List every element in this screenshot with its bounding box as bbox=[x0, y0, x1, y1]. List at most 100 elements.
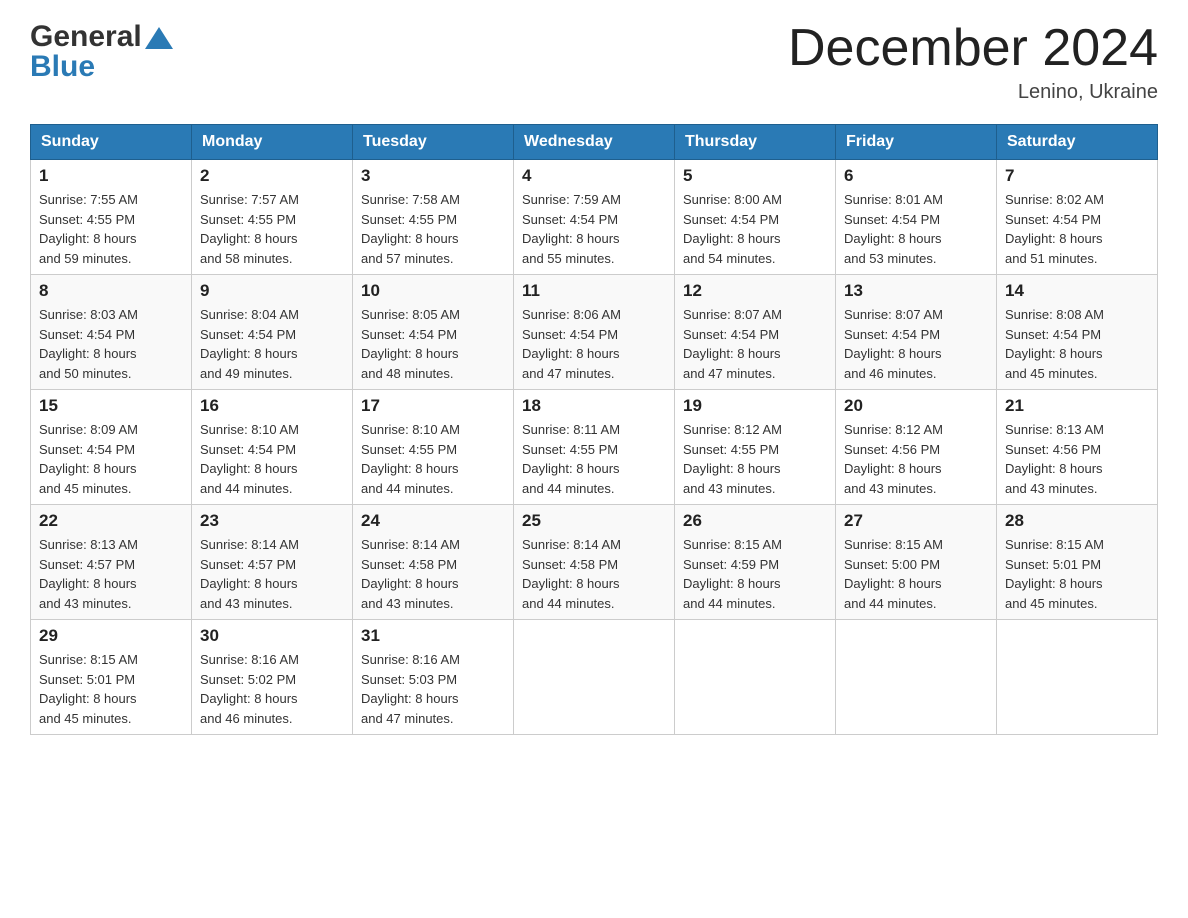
table-row: 9 Sunrise: 8:04 AMSunset: 4:54 PMDaylight… bbox=[192, 275, 353, 390]
table-row: 31Sunrise: 8:16 AMSunset: 5:03 PMDayligh… bbox=[353, 620, 514, 735]
col-wednesday: Wednesday bbox=[514, 125, 675, 160]
day-number: 7 bbox=[1005, 166, 1149, 186]
day-number: 6 bbox=[844, 166, 988, 186]
table-row: 30 Sunrise: 8:16 AMSunset: 5:02 PMDayligh… bbox=[192, 620, 353, 735]
table-row: 1 Sunrise: 7:55 AMSunset: 4:55 PMDaylight… bbox=[31, 160, 192, 275]
day-info: Sunrise: 8:15 AMSunset: 4:59 PMDaylight:… bbox=[683, 535, 827, 613]
day-number: 3 bbox=[361, 166, 505, 186]
logo-blue: Blue bbox=[30, 50, 95, 84]
table-row: 6Sunrise: 8:01 AMSunset: 4:54 PMDaylight… bbox=[836, 160, 997, 275]
table-row: 10 Sunrise: 8:05 AMSunset: 4:54 PMDayligh… bbox=[353, 275, 514, 390]
location: Lenino, Ukraine bbox=[788, 81, 1158, 104]
day-info: Sunrise: 8:16 AMSunset: 5:03 PMDaylight:… bbox=[361, 650, 505, 728]
day-info: Sunrise: 8:06 AMSunset: 4:54 PMDaylight:… bbox=[522, 305, 666, 383]
day-number: 17 bbox=[361, 396, 505, 416]
day-info: Sunrise: 8:10 AMSunset: 4:55 PMDaylight:… bbox=[361, 420, 505, 498]
table-row: 3 Sunrise: 7:58 AMSunset: 4:55 PMDaylight… bbox=[353, 160, 514, 275]
table-row: 22Sunrise: 8:13 AMSunset: 4:57 PMDayligh… bbox=[31, 505, 192, 620]
table-row: 12 Sunrise: 8:07 AMSunset: 4:54 PMDayligh… bbox=[675, 275, 836, 390]
day-number: 15 bbox=[39, 396, 183, 416]
day-number: 11 bbox=[522, 281, 666, 301]
day-info: Sunrise: 8:07 AMSunset: 4:54 PMDaylight:… bbox=[683, 305, 827, 383]
day-number: 18 bbox=[522, 396, 666, 416]
table-row bbox=[514, 620, 675, 735]
logo-general: General bbox=[30, 20, 142, 54]
calendar-week-row: 29Sunrise: 8:15 AMSunset: 5:01 PMDayligh… bbox=[31, 620, 1158, 735]
day-number: 9 bbox=[200, 281, 344, 301]
col-thursday: Thursday bbox=[675, 125, 836, 160]
day-info: Sunrise: 8:08 AMSunset: 4:54 PMDaylight:… bbox=[1005, 305, 1149, 383]
day-number: 29 bbox=[39, 626, 183, 646]
day-number: 22 bbox=[39, 511, 183, 531]
day-number: 8 bbox=[39, 281, 183, 301]
table-row: 29Sunrise: 8:15 AMSunset: 5:01 PMDayligh… bbox=[31, 620, 192, 735]
day-info: Sunrise: 8:11 AMSunset: 4:55 PMDaylight:… bbox=[522, 420, 666, 498]
day-number: 30 bbox=[200, 626, 344, 646]
calendar-week-row: 22Sunrise: 8:13 AMSunset: 4:57 PMDayligh… bbox=[31, 505, 1158, 620]
logo-triangle-icon bbox=[145, 27, 173, 49]
day-number: 23 bbox=[200, 511, 344, 531]
table-row: 28Sunrise: 8:15 AMSunset: 5:01 PMDayligh… bbox=[997, 505, 1158, 620]
table-row: 24 Sunrise: 8:14 AMSunset: 4:58 PMDayligh… bbox=[353, 505, 514, 620]
day-number: 10 bbox=[361, 281, 505, 301]
table-row: 26 Sunrise: 8:15 AMSunset: 4:59 PMDayligh… bbox=[675, 505, 836, 620]
day-number: 1 bbox=[39, 166, 183, 186]
day-info: Sunrise: 8:14 AMSunset: 4:58 PMDaylight:… bbox=[522, 535, 666, 613]
day-number: 24 bbox=[361, 511, 505, 531]
table-row: 2 Sunrise: 7:57 AMSunset: 4:55 PMDaylight… bbox=[192, 160, 353, 275]
table-row: 14 Sunrise: 8:08 AMSunset: 4:54 PMDayligh… bbox=[997, 275, 1158, 390]
day-number: 5 bbox=[683, 166, 827, 186]
table-row bbox=[836, 620, 997, 735]
day-number: 16 bbox=[200, 396, 344, 416]
table-row: 18 Sunrise: 8:11 AMSunset: 4:55 PMDayligh… bbox=[514, 390, 675, 505]
table-row: 5 Sunrise: 8:00 AMSunset: 4:54 PMDaylight… bbox=[675, 160, 836, 275]
day-info: Sunrise: 8:00 AMSunset: 4:54 PMDaylight:… bbox=[683, 190, 827, 268]
day-number: 26 bbox=[683, 511, 827, 531]
day-info: Sunrise: 8:12 AMSunset: 4:55 PMDaylight:… bbox=[683, 420, 827, 498]
title-block: December 2024 Lenino, Ukraine bbox=[788, 20, 1158, 104]
day-info: Sunrise: 8:13 AMSunset: 4:56 PMDaylight:… bbox=[1005, 420, 1149, 498]
day-info: Sunrise: 7:59 AMSunset: 4:54 PMDaylight:… bbox=[522, 190, 666, 268]
day-number: 27 bbox=[844, 511, 988, 531]
month-title: December 2024 bbox=[788, 20, 1158, 77]
calendar-week-row: 15Sunrise: 8:09 AMSunset: 4:54 PMDayligh… bbox=[31, 390, 1158, 505]
table-row: 20Sunrise: 8:12 AMSunset: 4:56 PMDayligh… bbox=[836, 390, 997, 505]
col-friday: Friday bbox=[836, 125, 997, 160]
calendar-week-row: 8 Sunrise: 8:03 AMSunset: 4:54 PMDaylight… bbox=[31, 275, 1158, 390]
day-info: Sunrise: 8:05 AMSunset: 4:54 PMDaylight:… bbox=[361, 305, 505, 383]
day-info: Sunrise: 8:02 AMSunset: 4:54 PMDaylight:… bbox=[1005, 190, 1149, 268]
table-row: 25Sunrise: 8:14 AMSunset: 4:58 PMDayligh… bbox=[514, 505, 675, 620]
table-row: 16 Sunrise: 8:10 AMSunset: 4:54 PMDayligh… bbox=[192, 390, 353, 505]
table-row: 19 Sunrise: 8:12 AMSunset: 4:55 PMDayligh… bbox=[675, 390, 836, 505]
day-info: Sunrise: 8:04 AMSunset: 4:54 PMDaylight:… bbox=[200, 305, 344, 383]
day-number: 4 bbox=[522, 166, 666, 186]
day-number: 13 bbox=[844, 281, 988, 301]
table-row: 17 Sunrise: 8:10 AMSunset: 4:55 PMDayligh… bbox=[353, 390, 514, 505]
day-number: 2 bbox=[200, 166, 344, 186]
table-row: 4 Sunrise: 7:59 AMSunset: 4:54 PMDaylight… bbox=[514, 160, 675, 275]
day-info: Sunrise: 8:14 AMSunset: 4:58 PMDaylight:… bbox=[361, 535, 505, 613]
day-number: 21 bbox=[1005, 396, 1149, 416]
day-info: Sunrise: 8:16 AMSunset: 5:02 PMDaylight:… bbox=[200, 650, 344, 728]
day-number: 20 bbox=[844, 396, 988, 416]
day-info: Sunrise: 7:58 AMSunset: 4:55 PMDaylight:… bbox=[361, 190, 505, 268]
table-row bbox=[997, 620, 1158, 735]
day-info: Sunrise: 7:55 AMSunset: 4:55 PMDaylight:… bbox=[39, 190, 183, 268]
table-row: 7 Sunrise: 8:02 AMSunset: 4:54 PMDaylight… bbox=[997, 160, 1158, 275]
col-monday: Monday bbox=[192, 125, 353, 160]
day-number: 14 bbox=[1005, 281, 1149, 301]
logo: General Blue bbox=[30, 20, 173, 84]
table-row: 23Sunrise: 8:14 AMSunset: 4:57 PMDayligh… bbox=[192, 505, 353, 620]
table-row: 8 Sunrise: 8:03 AMSunset: 4:54 PMDaylight… bbox=[31, 275, 192, 390]
table-row bbox=[675, 620, 836, 735]
day-number: 19 bbox=[683, 396, 827, 416]
table-row: 15Sunrise: 8:09 AMSunset: 4:54 PMDayligh… bbox=[31, 390, 192, 505]
day-info: Sunrise: 8:10 AMSunset: 4:54 PMDaylight:… bbox=[200, 420, 344, 498]
day-info: Sunrise: 7:57 AMSunset: 4:55 PMDaylight:… bbox=[200, 190, 344, 268]
day-number: 12 bbox=[683, 281, 827, 301]
col-sunday: Sunday bbox=[31, 125, 192, 160]
calendar-week-row: 1 Sunrise: 7:55 AMSunset: 4:55 PMDaylight… bbox=[31, 160, 1158, 275]
table-row: 21 Sunrise: 8:13 AMSunset: 4:56 PMDayligh… bbox=[997, 390, 1158, 505]
day-info: Sunrise: 8:03 AMSunset: 4:54 PMDaylight:… bbox=[39, 305, 183, 383]
calendar-table: Sunday Monday Tuesday Wednesday Thursday… bbox=[30, 124, 1158, 735]
